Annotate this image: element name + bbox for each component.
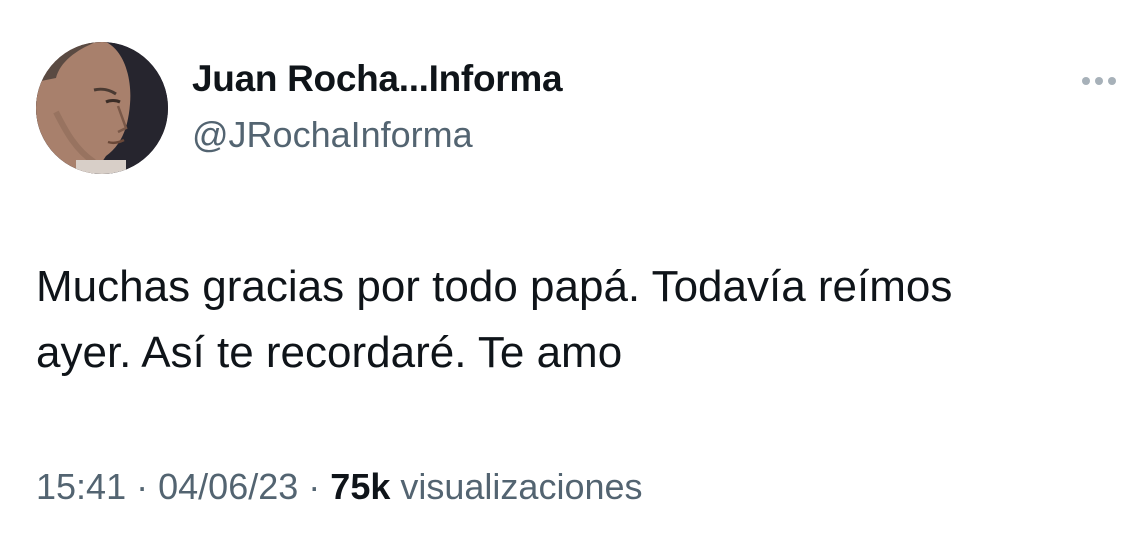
tweet-date[interactable]: 04/06/23 — [158, 466, 298, 507]
meta-separator: · — [308, 466, 321, 507]
more-dots-icon[interactable] — [1082, 66, 1129, 96]
tweet-text-line: Muchas gracias por todo papá. Todavía re… — [36, 262, 953, 311]
views-count: 75k — [330, 466, 391, 507]
user-handle[interactable]: @JRochaInforma — [192, 114, 473, 156]
avatar[interactable] — [36, 42, 168, 174]
meta-separator: · — [136, 466, 149, 507]
dot — [1108, 77, 1116, 85]
tweet-text-line: ayer. Así te recordaré. Te amo — [36, 328, 623, 377]
tweet: Juan Rocha...Informa @JRochaInforma Much… — [0, 0, 1129, 544]
tweet-meta: 15:41 · 04/06/23 · 75k visualizaciones — [36, 466, 643, 508]
views-label: visualizaciones — [400, 466, 643, 507]
tweet-time[interactable]: 15:41 — [36, 466, 126, 507]
dot — [1082, 77, 1090, 85]
display-name[interactable]: Juan Rocha...Informa — [192, 58, 563, 100]
tweet-text: Muchas gracias por todo papá. Todavía re… — [36, 254, 1116, 386]
dot — [1095, 77, 1103, 85]
